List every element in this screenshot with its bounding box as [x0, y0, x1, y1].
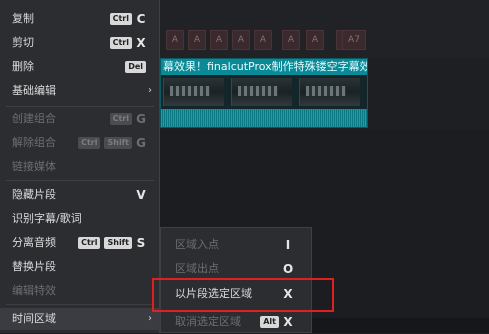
shortcut: V: [136, 184, 146, 206]
menu-item-hide-clip[interactable]: 隐藏片段 V: [0, 184, 160, 206]
timeline-marker[interactable]: A: [306, 30, 324, 50]
menu-item-label: 时间区域: [12, 312, 56, 325]
shortcut-letter: X: [283, 315, 293, 329]
shortcut-letter: V: [136, 188, 146, 202]
menu-item-cut[interactable]: 剪切 Ctrl X: [0, 32, 160, 54]
timeline-marker[interactable]: A: [232, 30, 250, 50]
clip-thumbnail: [163, 78, 224, 106]
menu-divider: [6, 180, 154, 181]
menu-item-label: 创建组合: [12, 112, 56, 125]
shortcut-letter: G: [136, 112, 146, 126]
submenu-item-label: 区域入点: [175, 238, 219, 251]
shortcut: I: [283, 233, 293, 257]
shortcut-letter: S: [136, 236, 146, 250]
timeline-marker[interactable]: A: [210, 30, 228, 50]
menu-item-label: 删除: [12, 60, 34, 73]
menu-item-label: 基础编辑: [12, 84, 56, 97]
key-badge: Ctrl: [78, 237, 101, 249]
menu-item-detach-audio[interactable]: 分离音频 Ctrl Shift S: [0, 232, 160, 254]
menu-item-label: 编辑特效: [12, 284, 56, 297]
shortcut-letter: I: [285, 238, 291, 252]
shortcut: Ctrl Shift G: [78, 132, 146, 154]
marker-row: A A A A A A A A A A7: [160, 30, 489, 50]
menu-item-recognize-subtitles[interactable]: 识别字幕/歌词: [0, 208, 160, 230]
clip-thumbnail: [299, 78, 360, 106]
menu-item-basic-edit[interactable]: 基础编辑 ›: [0, 80, 160, 102]
key-badge: Del: [125, 61, 146, 73]
menu-item-label: 链接媒体: [12, 160, 56, 173]
menu-item-label: 解除组合: [12, 136, 56, 149]
menu-item-label: 复制: [12, 12, 34, 25]
shortcut-letter: X: [136, 36, 146, 50]
menu-item-label: 替换片段: [12, 260, 56, 273]
menu-item-label: 剪切: [12, 36, 34, 49]
highlight-annotation-box: [152, 278, 334, 312]
key-badge: Ctrl: [78, 137, 101, 149]
menu-item-replace-clip[interactable]: 替换片段: [0, 256, 160, 278]
shortcut: Del: [125, 56, 146, 78]
key-badge: Ctrl: [109, 113, 132, 125]
menu-item-delete[interactable]: 删除 Del: [0, 56, 160, 78]
timeline-marker[interactable]: A: [166, 30, 184, 50]
menu-item-ungroup[interactable]: 解除组合 Ctrl Shift G: [0, 132, 160, 154]
menu-item-link-media[interactable]: 链接媒体: [0, 156, 160, 178]
menu-item-time-range[interactable]: 时间区域 ›: [0, 308, 160, 330]
menu-item-copy[interactable]: 复制 Ctrl C: [0, 8, 160, 30]
timeline-marker[interactable]: A7: [342, 30, 366, 50]
shortcut: Ctrl X: [109, 32, 146, 54]
shortcut: Ctrl C: [109, 8, 146, 30]
key-badge: Alt: [260, 316, 279, 328]
clip-thumbnails: [161, 75, 367, 109]
key-badge: Ctrl: [109, 37, 132, 49]
timeline-marker[interactable]: A: [188, 30, 206, 50]
menu-divider: [6, 304, 154, 305]
shortcut: Ctrl Shift S: [78, 232, 146, 254]
context-menu: 复制 Ctrl C 剪切 Ctrl X 删除 Del 基础编辑 › 创建组合 C…: [0, 0, 160, 333]
menu-item-create-group[interactable]: 创建组合 Ctrl G: [0, 108, 160, 130]
key-badge: Shift: [104, 237, 132, 249]
clip-title: 幕效果！finalcutProx制作特殊镂空字幕效果：: [161, 59, 367, 75]
key-badge: Shift: [104, 137, 132, 149]
submenu-item-label: 取消选定区域: [175, 315, 241, 328]
shortcut-letter: G: [136, 136, 146, 150]
menu-divider: [6, 106, 154, 107]
timeline-bottom-track: [300, 318, 489, 333]
timeline-marker[interactable]: A: [282, 30, 300, 50]
audio-waveform: [161, 109, 367, 127]
shortcut-letter: C: [136, 12, 146, 26]
menu-item-edit-effects[interactable]: 编辑特效: [0, 280, 160, 302]
shortcut: Alt X: [260, 310, 293, 334]
timeline-marker[interactable]: A: [254, 30, 272, 50]
submenu-item-clear-range[interactable]: 取消选定区域 Alt X: [161, 310, 311, 334]
video-clip[interactable]: 幕效果！finalcutProx制作特殊镂空字幕效果：: [160, 58, 368, 128]
shortcut: Ctrl G: [109, 108, 146, 130]
menu-item-label: 隐藏片段: [12, 188, 56, 201]
clip-thumbnail: [231, 78, 292, 106]
menu-item-label: 识别字幕/歌词: [12, 212, 82, 225]
key-badge: Ctrl: [109, 13, 132, 25]
menu-item-label: 分离音频: [12, 236, 56, 249]
chevron-right-icon: ›: [148, 85, 152, 96]
submenu-item-range-in[interactable]: 区域入点 I: [161, 233, 311, 257]
